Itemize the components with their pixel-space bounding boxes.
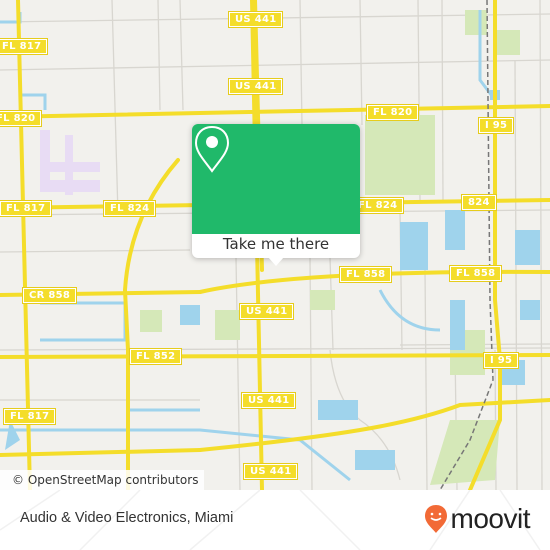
map-attribution[interactable]: © OpenStreetMap contributors [0,470,205,490]
location-popup[interactable]: Take me there [192,124,360,266]
map-canvas[interactable]: US 441 US 441 FL 817 FL 820 FL 820 I 95 … [0,0,550,490]
airport [40,130,100,195]
road-label-us441: US 441 [238,303,295,320]
road-label-fl820: FL 820 [365,104,420,121]
road-label-us441: US 441 [242,463,299,480]
footer: Audio & Video Electronics, Miami moovit [0,490,550,550]
road-label-fl817: FL 817 [0,200,53,217]
road-label-cr858: CR 858 [21,287,78,304]
road-label-fl858: FL 858 [448,265,503,282]
road-label-fl858: FL 858 [338,266,393,283]
road-label-i95: I 95 [482,352,520,369]
popup-header [192,124,360,234]
road-label-824: 824 [461,194,497,211]
road-label-i95: I 95 [477,117,515,134]
moovit-pin-logo-icon [424,505,447,533]
road-label-us441: US 441 [227,78,284,95]
map-pin-icon [194,125,230,173]
road-label-fl820: FL 820 [0,110,43,127]
road-label-us441: US 441 [240,392,297,409]
road-label-fl824: FL 824 [102,200,157,217]
road-label-us441: US 441 [227,11,284,28]
road-label-fl817: FL 817 [0,38,49,55]
place-name: Audio & Video Electronics, Miami [20,510,234,526]
road-label-fl817: FL 817 [2,408,57,425]
brand-name: moovit [450,503,531,534]
popup-pointer [268,257,284,266]
road-label-fl852: FL 852 [128,348,183,365]
moovit-logo[interactable]: moovit [424,503,531,534]
take-me-there-button[interactable]: Take me there [192,232,360,256]
